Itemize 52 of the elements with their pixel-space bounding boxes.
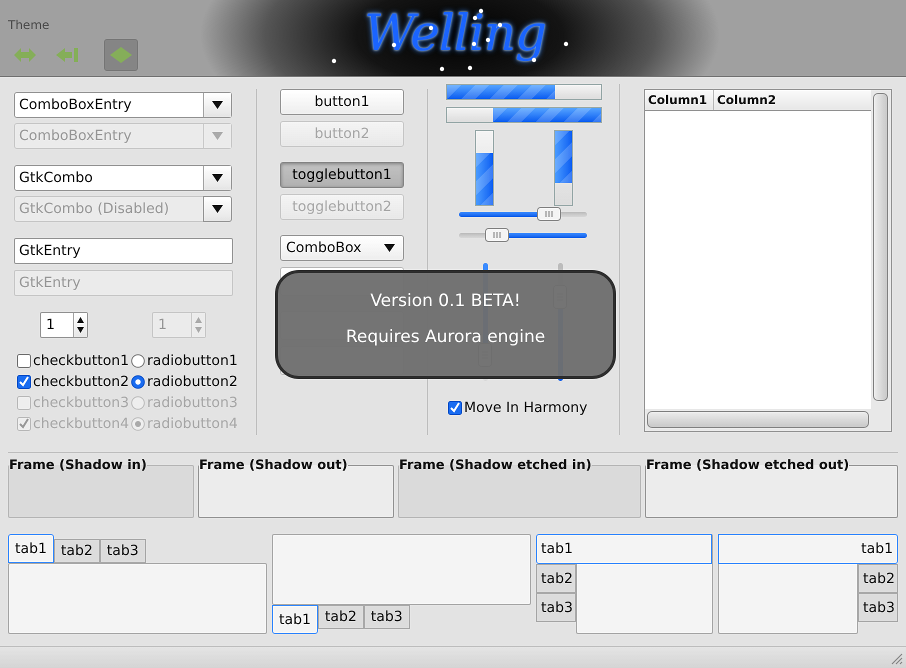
button[interactable]: button1	[280, 89, 404, 115]
tab[interactable]: tab2	[318, 605, 364, 629]
frame-label: Frame (Shadow out)	[199, 458, 348, 473]
checkbox[interactable]: checkbutton1	[17, 352, 131, 370]
notice-text: Requires Aurora engine	[346, 327, 546, 347]
scrollbar[interactable]	[647, 411, 869, 428]
tab[interactable]: tab1	[718, 534, 898, 564]
combo-box[interactable]: GtkCombo	[14, 165, 232, 191]
dropdown-arrow-icon	[212, 132, 223, 140]
dropdown-arrow-icon	[384, 244, 395, 252]
dropdown-arrow-icon	[212, 174, 223, 182]
frame-label: Frame (Shadow etched in)	[399, 458, 592, 473]
up-down-arrows-icon	[76, 315, 85, 335]
dropdown-arrow-icon	[212, 205, 223, 213]
arrow-icon	[55, 46, 79, 64]
scrollbar[interactable]	[873, 93, 888, 401]
tab[interactable]: tab1	[536, 534, 712, 564]
tab[interactable]: tab1	[272, 605, 318, 634]
slider-handle[interactable]	[485, 228, 510, 242]
theme-label: Theme	[8, 18, 50, 32]
tab[interactable]: tab3	[536, 593, 576, 622]
radio-button[interactable]: radiobutton1	[131, 352, 238, 370]
diamond-icon	[109, 46, 133, 64]
combo-box[interactable]: ComboBoxEntry	[14, 92, 232, 118]
frame-label: Frame (Shadow etched out)	[646, 458, 850, 473]
tab[interactable]: tab2	[858, 564, 898, 593]
toolbar-button[interactable]	[104, 39, 138, 71]
checkbox[interactable]: Move In Harmony	[448, 399, 602, 417]
double-arrow-icon	[13, 46, 37, 64]
resize-grip-icon	[891, 653, 903, 665]
slider[interactable]	[459, 206, 587, 222]
logo-text: Welling	[330, 0, 576, 76]
tab[interactable]: tab2	[54, 539, 100, 563]
column-header[interactable]: Column1	[645, 90, 714, 110]
notice-text: Version 0.1 BETA!	[370, 291, 521, 311]
dropdown-arrow-icon	[212, 101, 223, 109]
combo-box[interactable]: ComboBox	[280, 235, 404, 261]
frame-label: Frame (Shadow in)	[9, 458, 147, 473]
tab[interactable]: tab3	[858, 593, 898, 622]
slider[interactable]	[459, 227, 587, 243]
tab[interactable]: tab3	[364, 605, 410, 629]
radio-button[interactable]: radiobutton2	[131, 373, 238, 391]
tab[interactable]: tab1	[8, 534, 54, 563]
column-header[interactable]: Column2	[714, 90, 780, 110]
toggle-button[interactable]: togglebutton1	[280, 162, 404, 188]
tab[interactable]: tab3	[100, 539, 146, 563]
up-down-arrows-icon	[194, 315, 203, 335]
checkbox[interactable]: checkbutton2	[17, 373, 131, 391]
tab[interactable]: tab2	[536, 564, 576, 593]
text-field[interactable]: GtkEntry	[14, 238, 233, 264]
spin-button[interactable]: 1	[40, 312, 88, 338]
slider-handle[interactable]	[536, 206, 561, 220]
